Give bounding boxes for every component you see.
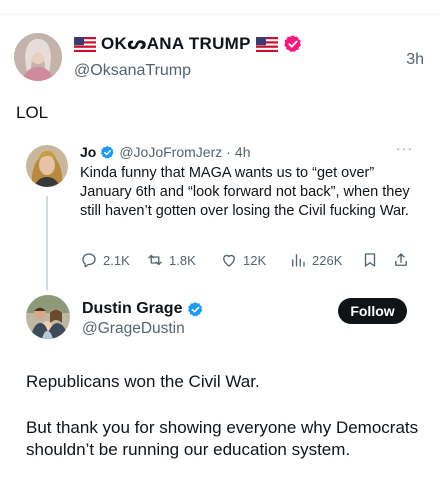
heart-icon: [223, 254, 235, 267]
share-icon: [395, 253, 407, 266]
reply-author-row[interactable]: Dustin Grage: [82, 300, 204, 318]
author-name-row[interactable]: OKᔕANA TRUMP: [74, 34, 303, 54]
views-button[interactable]: 226K: [289, 251, 342, 269]
share-button[interactable]: [392, 251, 410, 269]
avatar-dustin[interactable]: [26, 295, 70, 339]
follow-button[interactable]: Follow: [338, 298, 407, 324]
reply-count: 2.1K: [103, 252, 130, 268]
tweet-text: LOL: [16, 103, 49, 122]
repost-count: 1.8K: [169, 252, 196, 268]
dot-separator: ·: [226, 144, 231, 160]
reply-display-name: Dustin Grage: [82, 300, 183, 317]
reply-handle[interactable]: @GrageDustin: [82, 320, 185, 338]
reply-icon: [82, 253, 96, 268]
bookmark-button[interactable]: [361, 251, 379, 269]
repost-icon: [148, 254, 162, 266]
views-count: 226K: [312, 252, 343, 268]
quoted-timestamp[interactable]: 4h: [235, 144, 251, 160]
us-flag-icon: [255, 36, 278, 52]
like-count: 12K: [243, 252, 267, 268]
author-handle[interactable]: @OksanaTrump: [74, 62, 191, 80]
tweet-timestamp[interactable]: 3h: [406, 51, 424, 69]
like-button[interactable]: 12K: [220, 251, 266, 269]
tweet-actions-bar: 2.1K 1.8K 12K 226K: [80, 251, 418, 273]
verified-badge-icon: [101, 145, 114, 159]
reply-button[interactable]: 2.1K: [80, 251, 130, 269]
quoted-display-name: Jo: [80, 144, 97, 160]
avatar-jo[interactable]: [26, 145, 68, 187]
us-flag-icon: [74, 36, 96, 52]
avatar-oksana[interactable]: [14, 33, 62, 81]
repost-button[interactable]: 1.8K: [146, 251, 196, 269]
quoted-handle: @JoJoFromJerz: [119, 144, 223, 160]
top-divider: [0, 14, 440, 15]
reply-text-paragraph-2: But thank you for showing everyone why D…: [26, 418, 419, 459]
quoted-author-row[interactable]: Jo @JoJoFromJerz · 4h: [80, 144, 251, 160]
verified-badge-icon: [188, 301, 203, 316]
quoted-tweet-text: Kinda funny that MAGA wants us to “get o…: [80, 165, 410, 219]
reply-text-paragraph-1: Republicans won the Civil War.: [26, 372, 260, 391]
more-options-icon[interactable]: ···: [396, 140, 413, 156]
verified-badge-icon: [283, 35, 301, 53]
bookmark-icon: [364, 253, 376, 267]
thread-connector-line: [46, 196, 48, 290]
views-icon: [292, 254, 305, 267]
author-display-name: OKᔕANA TRUMP: [101, 34, 251, 53]
